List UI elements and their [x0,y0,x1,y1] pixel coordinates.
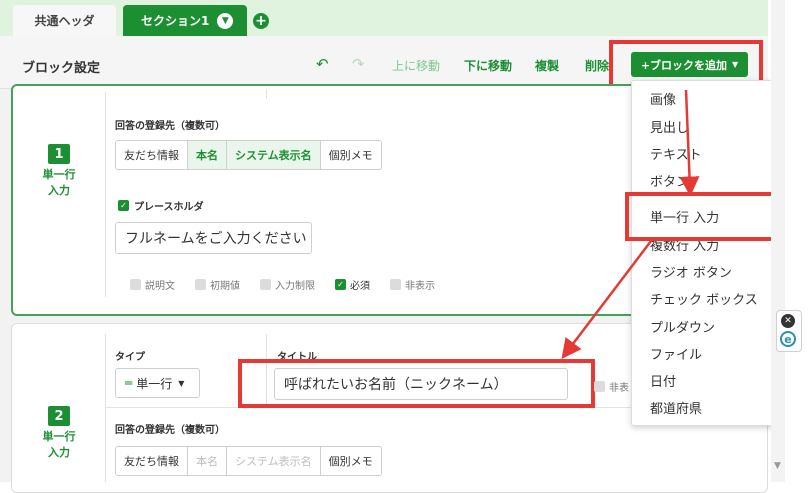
option-initial-value[interactable]: 初期値 [195,277,240,292]
menu-item-heading[interactable]: 見出し [650,117,689,136]
edge-icon[interactable]: e [780,331,796,347]
menu-item-file[interactable]: ファイル [650,344,702,363]
option-label: 必須 [350,281,370,292]
block-number-2: 2 [48,406,70,426]
duplicate-button[interactable]: 複製 [535,57,559,74]
destination-selector: 友だち情報 本名 システム表示名 個別メモ [115,140,382,170]
block-type-2: 単一行 入力 [39,429,79,461]
add-section-icon[interactable]: + [253,13,269,29]
block-type-line1: 単一行 [42,430,76,443]
menu-item-image[interactable]: 画像 [650,89,676,108]
menu-item-radio[interactable]: ラジオ ボタン [650,262,732,281]
block-number-1: 1 [48,144,70,164]
checkbox-icon[interactable] [195,279,206,290]
option-description[interactable]: 説明文 [130,277,175,292]
divider [105,92,106,297]
checkbox-icon[interactable] [594,381,605,392]
option-label: 説明文 [145,281,175,292]
destination-memo[interactable]: 個別メモ [321,447,381,475]
close-icon[interactable]: ✕ [781,314,795,328]
block-type-line2: 入力 [48,446,70,459]
checkbox-checked-icon[interactable]: ✓ [118,200,129,211]
caret-down-icon: ▼ [178,378,185,388]
destination-selector: 友だち情報 本名 システム表示名 個別メモ [115,446,382,476]
menu-item-text[interactable]: テキスト [650,144,702,163]
single-line-icon: ═ [125,376,133,390]
type-select[interactable]: ═ 単一行 ▼ [115,368,200,398]
page-title: ブロック設定 [22,61,101,76]
side-widget: ✕ e [776,310,802,352]
option-hidden[interactable]: 非表示 [390,277,435,292]
scroll-down-icon[interactable]: ▼ [774,461,781,471]
option-label: 非表示 [405,281,435,292]
destination-real-name[interactable]: 本名 [188,141,227,169]
redo-icon[interactable]: ↷ [352,55,365,73]
tab-section-1[interactable]: セクション1 ▼ [123,5,247,36]
option-input-limit[interactable]: 入力制限 [260,277,315,292]
divider [266,89,267,99]
scrollbar[interactable] [771,0,785,482]
chevron-down-icon[interactable]: ▼ [217,12,234,29]
option-hidden-2[interactable]: 非表 [594,379,629,394]
block-type-1: 単一行 入力 [39,167,79,199]
checkbox-icon[interactable] [260,279,271,290]
delete-button[interactable]: 削除 [585,57,609,74]
destination-memo[interactable]: 個別メモ [321,141,381,169]
option-label: 入力制限 [275,281,315,292]
destination-friend-info[interactable]: 友だち情報 [116,141,188,169]
destination-label: 回答の登録先（複数可） [115,121,225,132]
move-up-button[interactable]: 上に移動 [392,57,440,74]
undo-icon[interactable]: ↶ [316,55,329,73]
menu-item-checkbox[interactable]: チェック ボックス [650,289,758,308]
block-options: 説明文 初期値 入力制限 ✓ 必須 非表示 [130,277,435,292]
highlight-title-input [238,359,595,408]
tab-section-label: セクション1 [141,14,210,28]
checkbox-icon[interactable] [130,279,141,290]
destination-display-name[interactable]: システム表示名 [227,447,321,475]
type-select-value: 単一行 [136,376,173,391]
block-type-line1: 単一行 [42,168,76,181]
placeholder-input[interactable]: フルネームをご入力ください [115,222,312,254]
option-label: 初期値 [210,281,240,292]
option-required[interactable]: ✓ 必須 [335,277,370,292]
menu-item-date[interactable]: 日付 [650,371,676,390]
destination-display-name[interactable]: システム表示名 [227,141,321,169]
placeholder-toggle[interactable]: ✓ プレースホルダ [118,198,204,213]
destination-real-name[interactable]: 本名 [188,447,227,475]
tab-common-header[interactable]: 共通ヘッダ [13,5,116,36]
type-label: タイプ [115,352,145,363]
checkbox-checked-icon[interactable]: ✓ [335,279,346,290]
destination-label: 回答の登録先（複数可） [115,425,225,436]
checkbox-icon[interactable] [390,279,401,290]
destination-friend-info[interactable]: 友だち情報 [116,447,188,475]
divider [105,334,106,482]
move-down-button[interactable]: 下に移動 [464,57,512,74]
menu-item-pulldown[interactable]: プルダウン [650,317,715,336]
add-block-menu: 画像 見出し テキスト ボタン 単一行 入力 複数行 入力 ラジオ ボタン チェ… [631,80,778,426]
option-label: 非表 [609,383,629,394]
placeholder-label: プレースホルダ [134,202,204,213]
highlight-single-line-item [625,192,775,241]
menu-item-button[interactable]: ボタン [650,171,689,190]
block-type-line2: 入力 [48,184,70,197]
menu-item-prefecture[interactable]: 都道府県 [650,398,702,417]
